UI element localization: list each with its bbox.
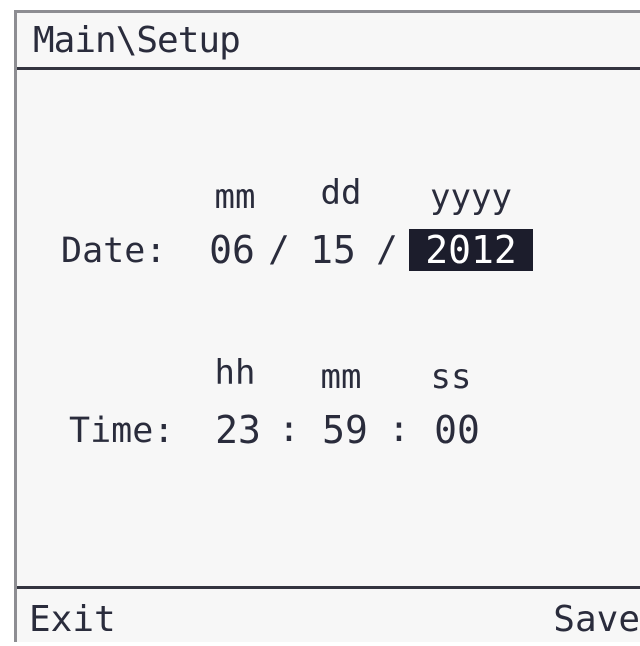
date-year-header: yyyy <box>430 177 512 217</box>
time-hours-field[interactable]: 23 <box>203 409 273 451</box>
date-label: Date: <box>61 231 167 271</box>
time-separator: : <box>278 409 300 450</box>
time-minutes-field[interactable]: 59 <box>305 409 385 451</box>
date-month-header: mm <box>214 177 256 217</box>
lcd-screen: Main\Setup mm dd yyyy Date: 06 / 15 / 20… <box>14 10 640 642</box>
page-title: Main\Setup <box>33 20 241 61</box>
time-separator: : <box>388 409 410 450</box>
softkey-bar: Exit Save <box>17 586 640 646</box>
exit-softkey[interactable]: Exit <box>29 599 116 641</box>
time-seconds-header: ss <box>430 357 472 397</box>
date-day-field[interactable]: 15 <box>293 229 373 271</box>
save-softkey[interactable]: Save <box>553 599 640 641</box>
date-separator: / <box>376 229 398 270</box>
time-seconds-field[interactable]: 00 <box>417 409 497 451</box>
date-year-field[interactable]: 2012 <box>409 229 533 271</box>
time-minutes-header: mm <box>320 357 362 397</box>
date-separator: / <box>268 229 290 270</box>
date-day-header: dd <box>320 173 362 213</box>
date-month-field[interactable]: 06 <box>197 229 267 271</box>
title-bar: Main\Setup <box>17 13 640 70</box>
time-label: Time: <box>69 411 175 451</box>
time-hours-header: hh <box>214 353 256 393</box>
